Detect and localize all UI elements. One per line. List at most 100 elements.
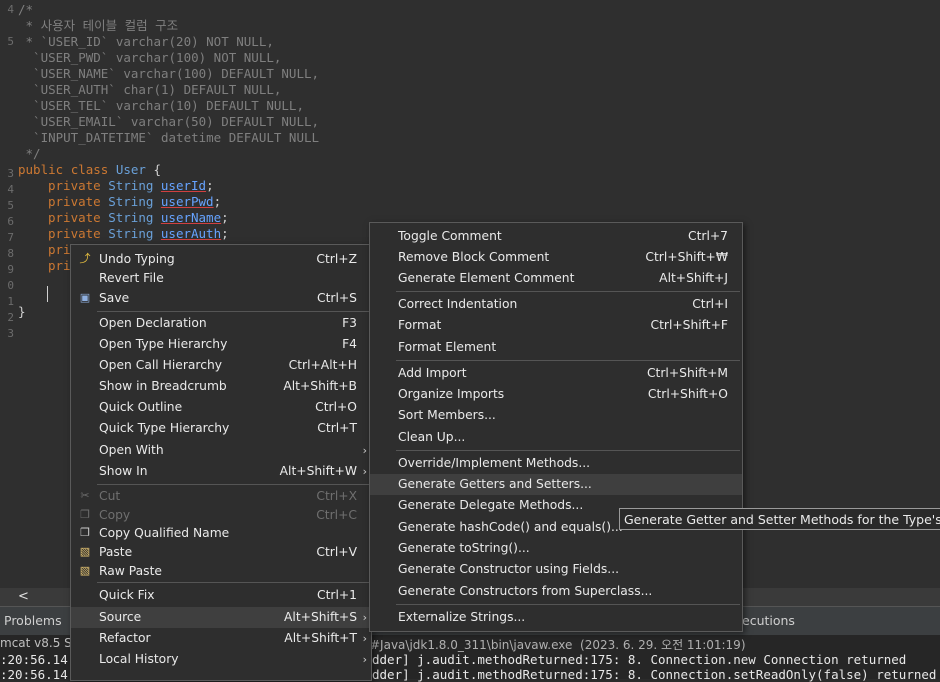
menu-item-save[interactable]: ▣ Save Ctrl+S <box>71 288 371 309</box>
field-name: userId <box>160 178 207 193</box>
menu-item-paste[interactable]: ▧ Paste Ctrl+V <box>71 542 371 563</box>
menu-item-label: Local History <box>99 652 179 666</box>
menu-item-generate-element-comment[interactable]: Generate Element Comment Alt+Shift+J <box>370 268 742 289</box>
line-number: 4 <box>7 3 14 16</box>
paste-icon: ▧ <box>79 545 91 558</box>
class-name: User <box>115 162 146 177</box>
menu-item-clean-up[interactable]: Clean Up... <box>370 427 742 448</box>
menu-item-label: Format <box>398 318 442 332</box>
menu-item-label: Format Element <box>398 340 497 354</box>
menu-item-source[interactable]: Source Alt+Shift+S › <box>71 607 371 628</box>
menu-item-toggle-comment[interactable]: Toggle Comment Ctrl+7 <box>370 226 742 247</box>
console-time: :20:56.14 <box>0 667 68 682</box>
menu-item-label: Copy Qualified Name <box>99 526 230 540</box>
menu-item-quick-fix[interactable]: Quick Fix Ctrl+1 <box>71 585 371 606</box>
tab-executions[interactable]: ecutions <box>742 613 795 628</box>
menu-item-show-in-breadcrumb[interactable]: Show in Breadcrumb Alt+Shift+B <box>71 376 371 397</box>
menu-item-override-implement-methods[interactable]: Override/Implement Methods... <box>370 453 742 474</box>
menu-item-shortcut: Alt+Shift+W <box>279 464 357 478</box>
menu-item-show-in[interactable]: Show In Alt+Shift+W › <box>71 461 371 482</box>
menu-item-label: Generate Constructors from Superclass... <box>398 584 653 598</box>
keyword: pri <box>48 258 71 273</box>
menu-item-raw-paste[interactable]: ▧ Raw Paste <box>71 561 371 582</box>
menu-item-cut[interactable]: ✂ Cut Ctrl+X <box>71 486 371 507</box>
menu-item-organize-imports[interactable]: Organize Imports Ctrl+Shift+O <box>370 384 742 405</box>
tab-problems[interactable]: Problems <box>4 613 62 628</box>
code-comment-line: `USER_TEL` varchar(10) DEFAULT NULL, <box>18 98 304 113</box>
line-number: 6 <box>7 215 14 228</box>
menu-separator <box>97 582 369 583</box>
menu-item-label: Show in Breadcrumb <box>99 379 227 393</box>
menu-item-shortcut: Ctrl+Shift+₩ <box>645 250 728 264</box>
menu-item-shortcut: Ctrl+O <box>315 400 357 414</box>
menu-item-copy-qualified-name[interactable]: ❐ Copy Qualified Name <box>71 523 371 544</box>
menu-item-label: Save <box>99 291 130 305</box>
field-name: userPwd <box>160 194 214 209</box>
menu-item-label: Generate Constructor using Fields... <box>398 562 620 576</box>
menu-item-externalize-strings[interactable]: Externalize Strings... <box>370 607 742 628</box>
menu-item-label: Remove Block Comment <box>398 250 550 264</box>
menu-item-open-call-hierarchy[interactable]: Open Call Hierarchy Ctrl+Alt+H <box>71 355 371 376</box>
menu-item-label: Undo Typing <box>99 252 175 266</box>
menu-item-label: Sort Members... <box>398 408 496 422</box>
code-comment-line: * 사용자 테이블 컬럼 구조 <box>18 18 179 33</box>
menu-item-label: Toggle Comment <box>398 229 502 243</box>
menu-item-shortcut: F3 <box>342 316 357 330</box>
copy-icon: ❐ <box>80 508 90 521</box>
menu-item-shortcut: Ctrl+7 <box>687 229 728 243</box>
field-declaration: private String userName; <box>48 210 229 225</box>
menu-item-local-history[interactable]: Local History › <box>71 649 371 670</box>
menu-item-shortcut: Alt+Shift+J <box>659 271 728 285</box>
menu-item-open-declaration[interactable]: Open Declaration F3 <box>71 313 371 334</box>
scroll-left-icon[interactable]: < <box>18 588 29 606</box>
menu-item-label: Cut <box>99 489 121 503</box>
menu-item-quick-outline[interactable]: Quick Outline Ctrl+O <box>71 397 371 418</box>
menu-item-label: Generate Getters and Setters... <box>398 477 592 491</box>
brace: { <box>153 162 162 177</box>
menu-separator <box>396 604 740 605</box>
menu-item-undo-typing[interactable]: ⤴ Undo Typing Ctrl+Z <box>71 249 371 270</box>
menu-item-label: Correct Indentation <box>398 297 518 311</box>
editor-context-menu: ⤴ Undo Typing Ctrl+Z Revert File ▣ Save … <box>70 244 372 681</box>
field-declaration: private String userPwd; <box>48 194 222 209</box>
code-comment-line: `USER_NAME` varchar(100) DEFAULT NULL, <box>18 66 320 81</box>
menu-item-label: Open Type Hierarchy <box>99 337 228 351</box>
menu-separator <box>396 450 740 451</box>
keyword: private <box>48 210 101 225</box>
server-label: mcat v8.5 Se <box>0 636 80 650</box>
menu-item-shortcut: F4 <box>342 337 357 351</box>
menu-item-open-type-hierarchy[interactable]: Open Type Hierarchy F4 <box>71 334 371 355</box>
menu-item-quick-type-hierarchy[interactable]: Quick Type Hierarchy Ctrl+T <box>71 418 371 439</box>
menu-item-generate-tostring[interactable]: Generate toString()... <box>370 538 742 559</box>
menu-item-refactor[interactable]: Refactor Alt+Shift+T › <box>71 628 371 649</box>
line-number: 3 <box>7 167 14 180</box>
menu-item-shortcut: Alt+Shift+B <box>283 379 357 393</box>
menu-item-label: Generate Delegate Methods... <box>398 498 584 512</box>
menu-item-generate-constructor-fields[interactable]: Generate Constructor using Fields... <box>370 559 742 580</box>
code-comment-line: */ <box>18 146 41 161</box>
menu-separator <box>396 360 740 361</box>
menu-item-shortcut: Ctrl+V <box>316 545 357 559</box>
console-output-line: dder] j.audit.methodReturned:175: 8. Con… <box>372 667 937 682</box>
menu-separator <box>97 311 369 312</box>
menu-item-format-element[interactable]: Format Element <box>370 337 742 358</box>
code-comment-line: `USER_EMAIL` varchar(50) DEFAULT NULL, <box>18 114 320 129</box>
raw-paste-icon: ▧ <box>79 564 91 577</box>
line-number: 4 <box>7 183 14 196</box>
menu-item-open-with[interactable]: Open With › <box>71 440 371 461</box>
menu-item-generate-constructors-superclass[interactable]: Generate Constructors from Superclass... <box>370 581 742 602</box>
submenu-arrow-icon: › <box>362 444 367 457</box>
menu-item-shortcut: Alt+Shift+S <box>283 610 357 624</box>
menu-item-add-import[interactable]: Add Import Ctrl+Shift+M <box>370 363 742 384</box>
menu-item-shortcut: Ctrl+Shift+F <box>650 318 728 332</box>
console-output-line: dder] j.audit.methodReturned:175: 8. Con… <box>372 652 907 667</box>
submenu-arrow-icon: › <box>362 611 367 624</box>
menu-item-format[interactable]: Format Ctrl+Shift+F <box>370 315 742 336</box>
line-number: 0 <box>7 279 14 292</box>
menu-item-generate-getters-setters[interactable]: Generate Getters and Setters... <box>370 474 742 495</box>
menu-item-revert-file[interactable]: Revert File <box>71 268 371 289</box>
menu-item-remove-block-comment[interactable]: Remove Block Comment Ctrl+Shift+₩ <box>370 247 742 268</box>
menu-item-sort-members[interactable]: Sort Members... <box>370 405 742 426</box>
menu-item-label: Raw Paste <box>99 564 162 578</box>
menu-item-correct-indentation[interactable]: Correct Indentation Ctrl+I <box>370 294 742 315</box>
